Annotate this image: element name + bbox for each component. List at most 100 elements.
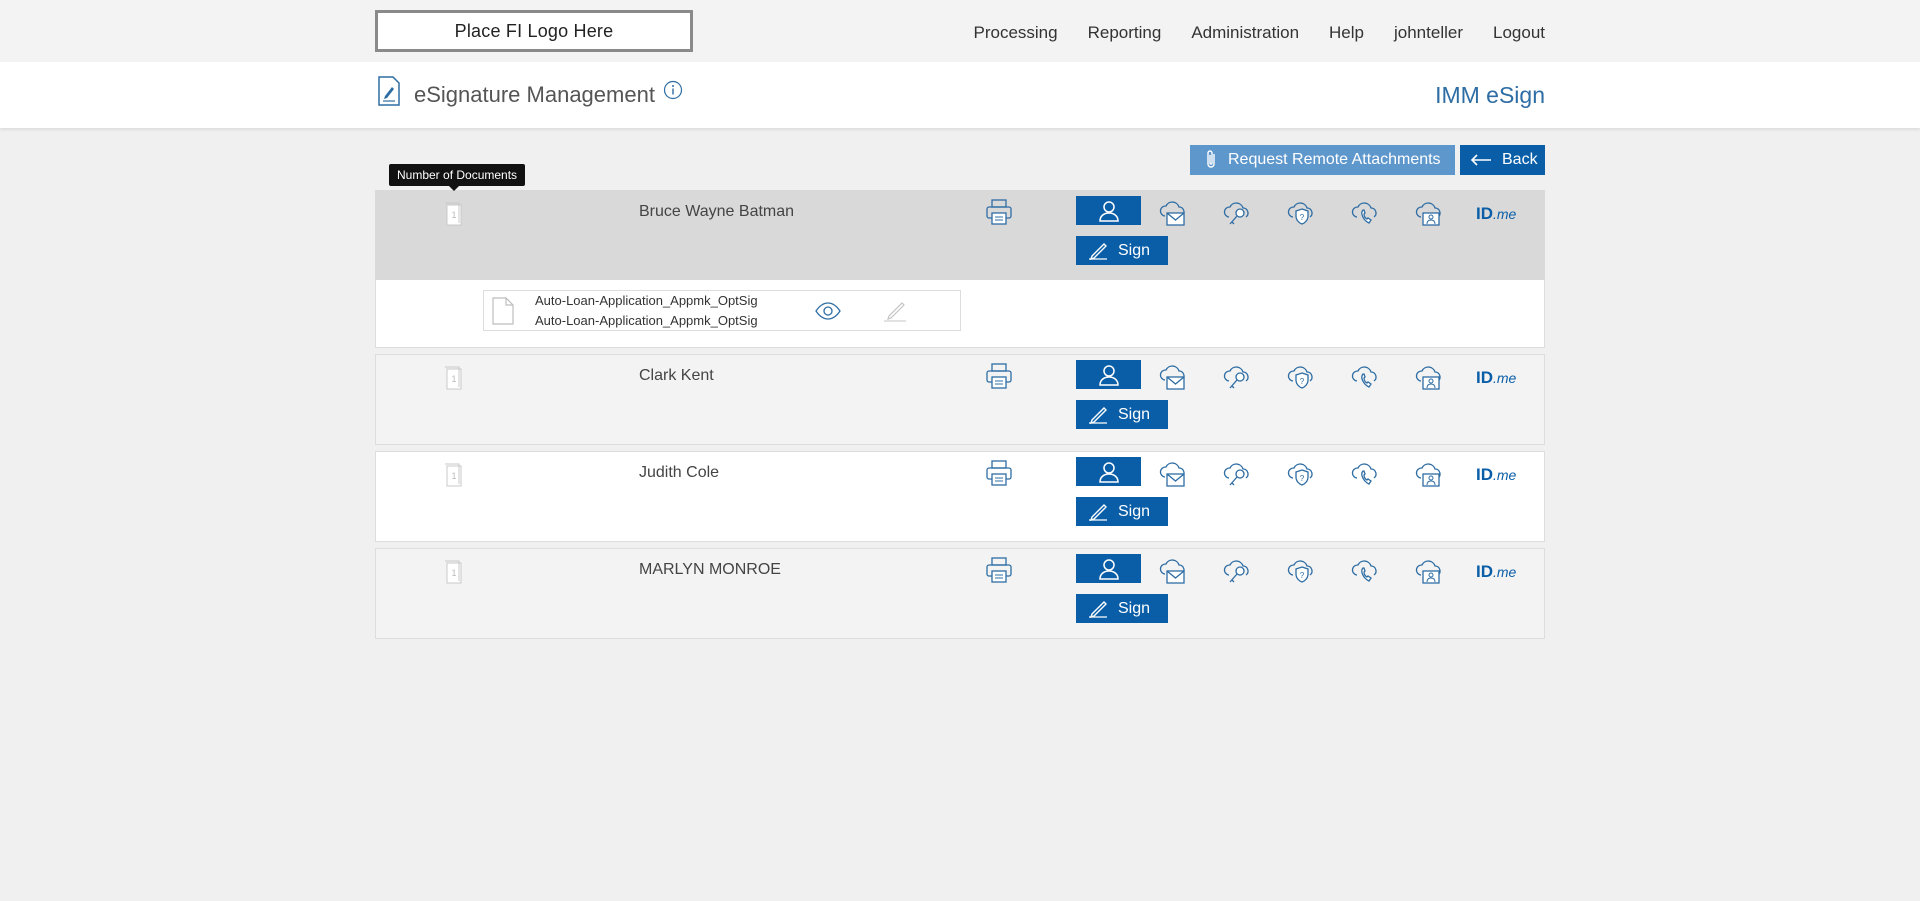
idme-suffix: .me xyxy=(1493,370,1517,386)
document-count-icon[interactable]: 1 xyxy=(443,462,465,488)
back-button[interactable]: Back xyxy=(1460,145,1545,175)
signer-row: 1 MARLYN MONROE ? ID.me Sign xyxy=(375,548,1545,639)
cloud-email-icon[interactable] xyxy=(1158,199,1188,229)
sign-button[interactable]: Sign xyxy=(1076,594,1168,623)
main-nav: Processing Reporting Administration Help… xyxy=(940,23,1545,43)
signer-name: Clark Kent xyxy=(639,367,714,384)
sign-label: Sign xyxy=(1118,405,1151,423)
signer-row: 1 Clark Kent ? ID.me Sign xyxy=(375,354,1545,445)
print-icon[interactable] xyxy=(985,362,1013,390)
idme-logo[interactable]: ID.me xyxy=(1476,204,1516,224)
idme-suffix: .me xyxy=(1493,564,1517,580)
svg-text:?: ? xyxy=(1300,474,1305,483)
cloud-question-shield-icon[interactable]: ? xyxy=(1287,557,1317,587)
signer-name: Bruce Wayne Batman xyxy=(639,203,795,220)
signer-name: Judith Cole xyxy=(639,464,720,481)
document-name: Auto-Loan-Application_Appmk_OptSig xyxy=(535,293,758,308)
esignature-document-icon xyxy=(378,76,400,106)
signer-name: MARLYN MONROE xyxy=(639,561,781,578)
person-icon xyxy=(1098,200,1119,222)
nav-reporting[interactable]: Reporting xyxy=(1088,23,1162,43)
cloud-email-icon[interactable] xyxy=(1158,363,1188,393)
signature-pen-icon xyxy=(884,302,906,322)
request-remote-attachments-label: Request Remote Attachments xyxy=(1228,151,1441,168)
svg-text:?: ? xyxy=(1300,377,1305,386)
file-icon xyxy=(492,297,514,325)
cloud-phone-icon[interactable] xyxy=(1351,363,1381,393)
request-remote-attachments-button[interactable]: Request Remote Attachments xyxy=(1190,145,1455,175)
sign-label: Sign xyxy=(1118,241,1151,259)
pen-icon xyxy=(1089,406,1107,424)
app-name: IMM eSign xyxy=(1435,82,1545,108)
eye-icon[interactable] xyxy=(814,301,842,321)
document-count-icon[interactable]: 1 xyxy=(443,201,465,227)
page-title: eSignature Management xyxy=(414,82,655,107)
signer-row: 1 Judith Cole ? ID.me Sign xyxy=(375,451,1545,542)
idme-suffix: .me xyxy=(1493,467,1517,483)
in-person-auth-button[interactable] xyxy=(1076,457,1141,486)
signer-row: 1 Bruce Wayne Batman ? ID.me Sign xyxy=(375,190,1545,280)
person-icon xyxy=(1098,364,1119,386)
back-label: Back xyxy=(1502,151,1538,168)
idme-suffix: .me xyxy=(1493,206,1517,222)
sign-button[interactable]: Sign xyxy=(1076,400,1168,429)
sign-label: Sign xyxy=(1118,502,1151,520)
in-person-auth-button[interactable] xyxy=(1076,360,1141,389)
print-icon[interactable] xyxy=(985,198,1013,226)
cloud-key-icon[interactable] xyxy=(1223,199,1253,229)
documents-panel: Auto-Loan-Application_Appmk_OptSig Auto-… xyxy=(375,280,1545,348)
print-icon[interactable] xyxy=(985,459,1013,487)
cloud-question-shield-icon[interactable]: ? xyxy=(1287,199,1317,229)
cloud-email-icon[interactable] xyxy=(1158,460,1188,490)
idme-logo[interactable]: ID.me xyxy=(1476,465,1516,485)
cloud-id-card-icon[interactable] xyxy=(1415,460,1445,490)
nav-user[interactable]: johnteller xyxy=(1394,23,1463,43)
print-icon[interactable] xyxy=(985,556,1013,584)
cloud-key-icon[interactable] xyxy=(1223,363,1253,393)
arrow-left-icon xyxy=(1470,154,1491,166)
nav-logout[interactable]: Logout xyxy=(1493,23,1545,43)
sign-button[interactable]: Sign xyxy=(1076,236,1168,265)
idme-logo[interactable]: ID.me xyxy=(1476,368,1516,388)
cloud-key-icon[interactable] xyxy=(1223,557,1253,587)
cloud-email-icon[interactable] xyxy=(1158,557,1188,587)
cloud-phone-icon[interactable] xyxy=(1351,557,1381,587)
document-count: 1 xyxy=(451,210,456,220)
nav-processing[interactable]: Processing xyxy=(973,23,1057,43)
pen-icon xyxy=(1089,600,1107,618)
document-count: 1 xyxy=(451,471,456,481)
person-icon xyxy=(1098,558,1119,580)
in-person-auth-button[interactable] xyxy=(1076,196,1141,225)
paperclip-icon xyxy=(1207,150,1215,168)
info-icon[interactable] xyxy=(663,80,683,100)
cloud-id-card-icon[interactable] xyxy=(1415,557,1445,587)
top-bar: Place FI Logo Here Processing Reporting … xyxy=(0,0,1920,62)
person-icon xyxy=(1098,461,1119,483)
page-header xyxy=(0,62,1920,128)
idme-text: ID xyxy=(1476,562,1493,581)
tooltip: Number of Documents xyxy=(389,164,526,191)
cloud-question-shield-icon[interactable]: ? xyxy=(1287,460,1317,490)
svg-text:?: ? xyxy=(1300,571,1305,580)
idme-logo[interactable]: ID.me xyxy=(1476,562,1516,582)
cloud-phone-icon[interactable] xyxy=(1351,460,1381,490)
cloud-id-card-icon[interactable] xyxy=(1415,363,1445,393)
document-item: Auto-Loan-Application_Appmk_OptSig Auto-… xyxy=(483,290,961,331)
pen-icon xyxy=(1089,503,1107,521)
sign-label: Sign xyxy=(1118,599,1151,617)
pen-icon xyxy=(1089,242,1107,260)
document-name: Auto-Loan-Application_Appmk_OptSig xyxy=(535,313,758,328)
document-count-icon[interactable]: 1 xyxy=(443,559,465,585)
idme-text: ID xyxy=(1476,204,1493,223)
cloud-phone-icon[interactable] xyxy=(1351,199,1381,229)
idme-text: ID xyxy=(1476,465,1493,484)
nav-administration[interactable]: Administration xyxy=(1191,23,1299,43)
document-count: 1 xyxy=(451,374,456,384)
cloud-id-card-icon[interactable] xyxy=(1415,199,1445,229)
nav-help[interactable]: Help xyxy=(1329,23,1364,43)
cloud-key-icon[interactable] xyxy=(1223,460,1253,490)
document-count-icon[interactable]: 1 xyxy=(443,365,465,391)
in-person-auth-button[interactable] xyxy=(1076,554,1141,583)
sign-button[interactable]: Sign xyxy=(1076,497,1168,526)
cloud-question-shield-icon[interactable]: ? xyxy=(1287,363,1317,393)
